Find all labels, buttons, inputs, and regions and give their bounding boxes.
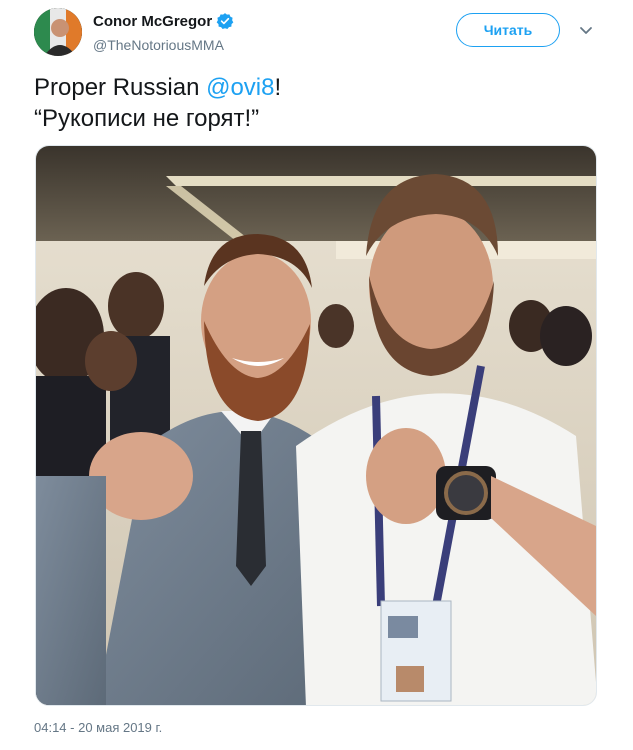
author-handle[interactable]: @TheNotoriousMMA	[93, 37, 224, 53]
tweet-text-line-2: “Рукописи не горят!”	[34, 105, 260, 132]
tweet-header: Conor McGregor @TheNotoriousMMA Читать	[0, 0, 633, 64]
verified-badge-icon	[216, 12, 234, 30]
author-avatar[interactable]	[34, 8, 82, 56]
tweet-text: Proper Russian @ovi8! “Рукописи не горят…	[34, 72, 604, 134]
author-name-row: Conor McGregor	[93, 12, 234, 30]
mention-link[interactable]: @ovi8	[206, 74, 274, 101]
tweet-photo[interactable]	[35, 145, 597, 706]
tweet-text-suffix: !	[274, 74, 282, 101]
chevron-down-icon[interactable]	[578, 22, 594, 38]
tweet-text-prefix: Proper Russian	[34, 74, 207, 101]
follow-button[interactable]: Читать	[456, 13, 560, 47]
tweet-text-line-1: Proper Russian @ovi8!	[34, 72, 604, 103]
tweet-timestamp[interactable]: 04:14 - 20 мая 2019 г.	[34, 720, 162, 735]
author-display-name[interactable]: Conor McGregor	[93, 13, 212, 30]
